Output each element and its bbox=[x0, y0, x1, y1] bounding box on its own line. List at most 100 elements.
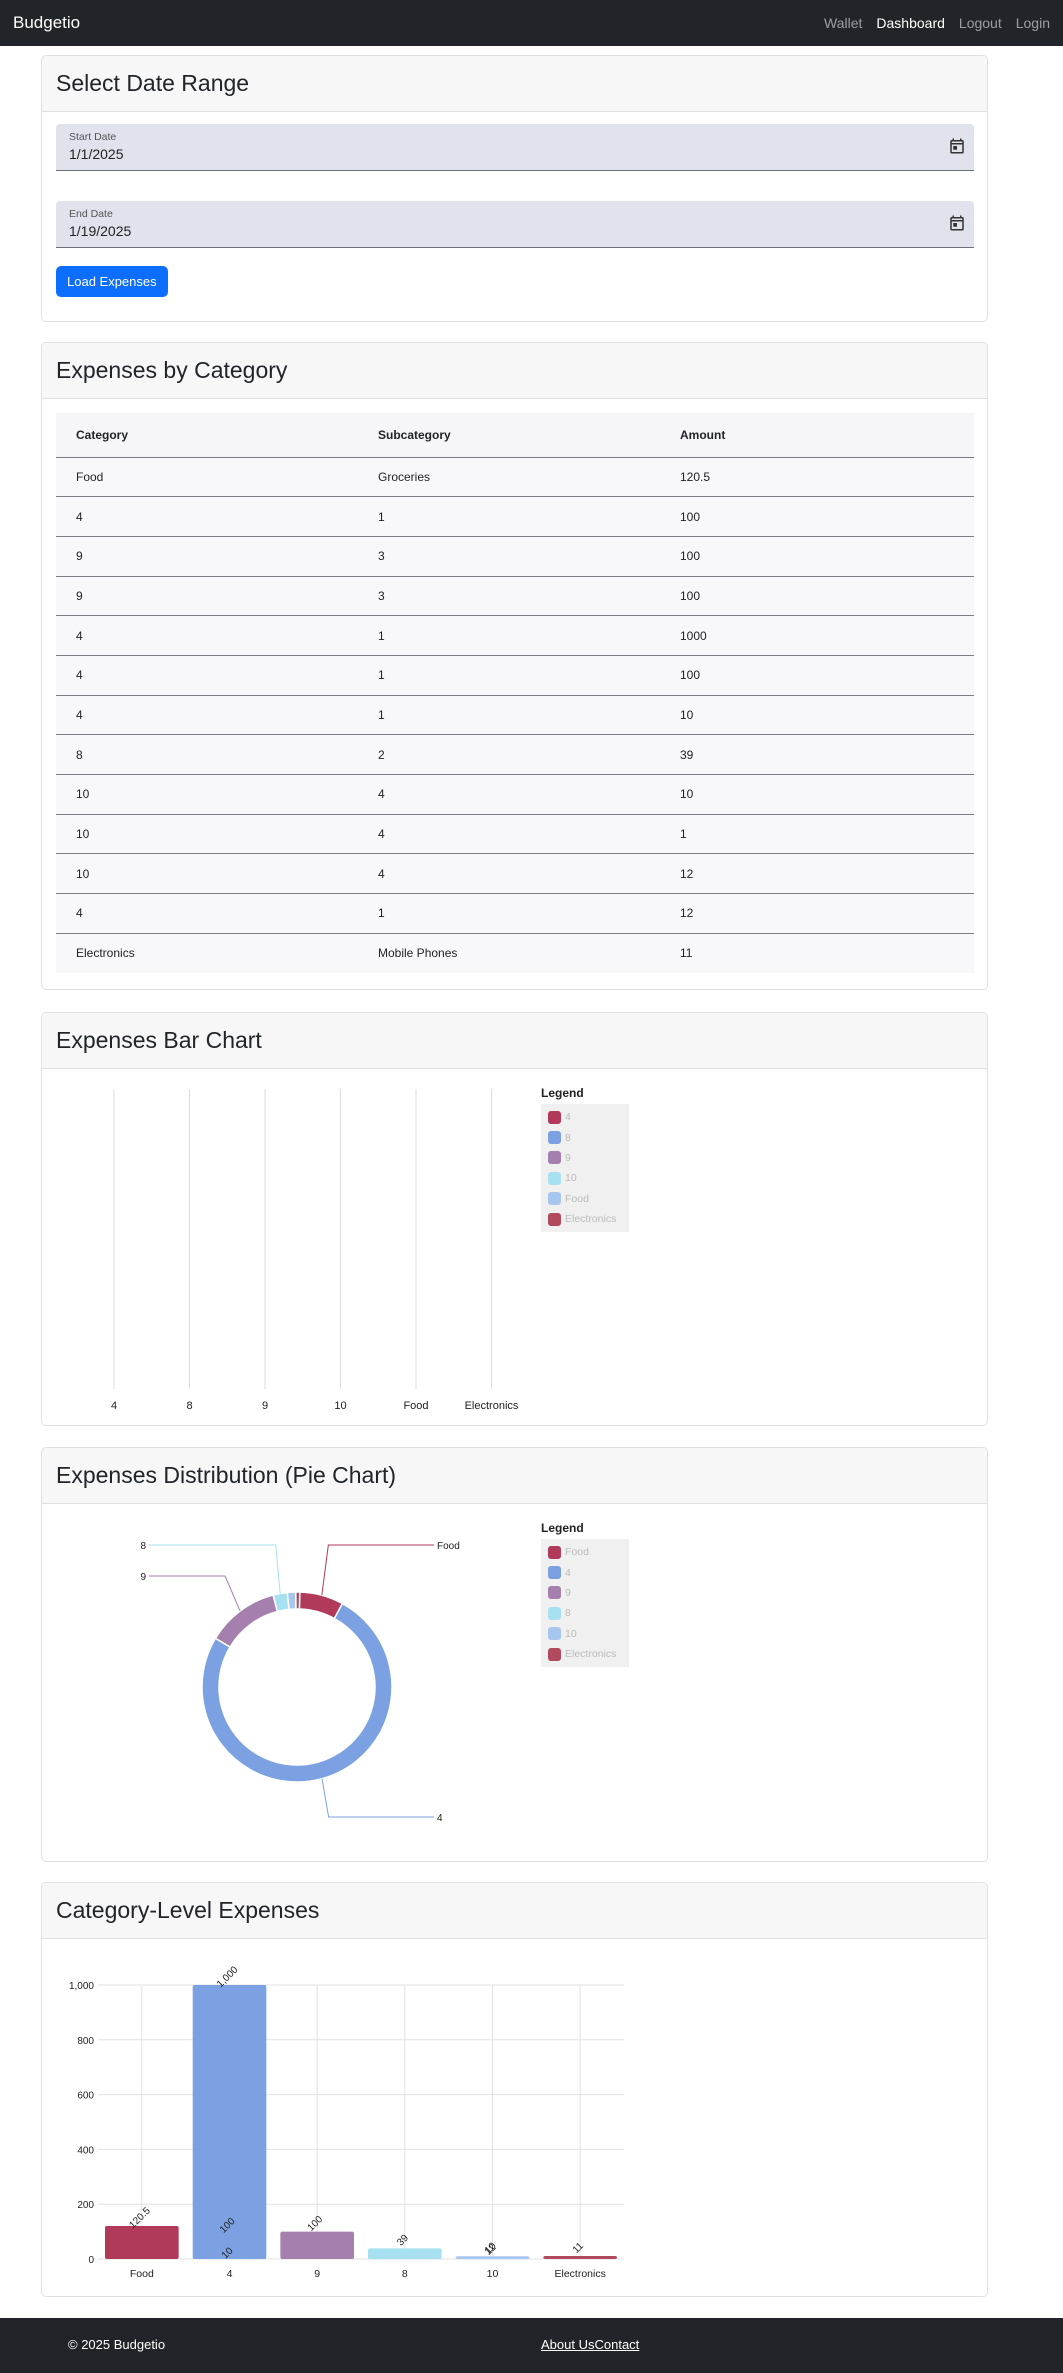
bar bbox=[105, 2225, 179, 2259]
category-chart-body: 0 200 400 600 800 1,000 120.5 Food 1,000 4 100 9 39 8… bbox=[42, 1939, 987, 2296]
bar bbox=[543, 2255, 617, 2259]
category-chart-card: Category-Level Expenses 0 200 400 600 800 1,0… bbox=[41, 1882, 988, 2297]
legend-title: Legend bbox=[541, 1086, 584, 1100]
table-cell: 1 bbox=[358, 695, 660, 736]
footer-link-about[interactable]: About Us bbox=[541, 2337, 594, 2352]
table-cell: 1 bbox=[660, 814, 974, 855]
table-cell: Food bbox=[56, 457, 358, 498]
table-cell: 4 bbox=[56, 496, 358, 537]
expenses-table-title: Expenses by Category bbox=[56, 357, 288, 383]
nav-link-wallet[interactable]: Wallet bbox=[824, 15, 862, 31]
callout-line bbox=[149, 1544, 281, 1594]
table-cell: 4 bbox=[56, 655, 358, 696]
table-cell: 4 bbox=[56, 695, 358, 736]
legend-swatch bbox=[548, 1212, 561, 1226]
table-row: 10 4 1 bbox=[56, 814, 974, 855]
x-tick-label: 4 bbox=[227, 2268, 233, 2280]
column-header-subcategory[interactable]: Subcategory bbox=[358, 413, 660, 458]
date-range-body: Start Date 1/1/2025 End Date 1/19/2025 L… bbox=[42, 112, 987, 321]
table-cell: 11 bbox=[680, 946, 693, 961]
legend-label: Food bbox=[565, 1192, 589, 1205]
y-tick-label: 0 bbox=[88, 2255, 94, 2266]
legend-item[interactable]: Electronics bbox=[548, 1209, 622, 1229]
end-date-value[interactable]: 1/19/2025 bbox=[69, 223, 131, 239]
callout-label: 9 bbox=[140, 1572, 146, 1583]
legend-item[interactable]: 4 bbox=[548, 1107, 622, 1127]
expenses-table: Category Subcategory Amount Food Grocerie… bbox=[56, 413, 974, 973]
table-cell: 4 bbox=[56, 893, 358, 934]
brand-logo[interactable]: Budgetio bbox=[13, 13, 80, 33]
pie-slice bbox=[295, 1591, 301, 1610]
callout-line bbox=[149, 1575, 241, 1612]
legend-box: Food 4 9 8 10 Electronics bbox=[541, 1539, 629, 1668]
load-expenses-button[interactable]: Load Expenses bbox=[56, 266, 168, 297]
legend-swatch bbox=[548, 1627, 561, 1641]
end-date-field[interactable]: End Date 1/19/2025 bbox=[56, 201, 974, 248]
table-cell: 39 bbox=[660, 734, 974, 775]
date-range-header: Select Date Range bbox=[42, 56, 987, 112]
legend-item[interactable]: Food bbox=[548, 1542, 622, 1562]
table-row: 10 4 10 bbox=[56, 774, 974, 815]
bar-chart-title: Expenses Bar Chart bbox=[56, 1027, 262, 1053]
legend-item[interactable]: Electronics bbox=[548, 1644, 622, 1664]
table-cell: 10 bbox=[56, 774, 358, 815]
table-cell: 10 bbox=[56, 814, 358, 855]
pie-chart-header: Expenses Distribution (Pie Chart) bbox=[42, 1448, 987, 1504]
table-row: 4 1 1000 bbox=[56, 615, 974, 656]
category-chart-title: Category-Level Expenses bbox=[56, 1897, 320, 1923]
legend-item[interactable]: 9 bbox=[548, 1148, 622, 1168]
calendar-icon[interactable] bbox=[948, 214, 966, 232]
nav-link-dashboard[interactable]: Dashboard bbox=[876, 15, 945, 31]
footer-link-contact[interactable]: Contact bbox=[594, 2337, 639, 2352]
nav-link-logout[interactable]: Logout bbox=[959, 15, 1002, 31]
expenses-pie-chart: 8 9 Food 4 bbox=[140, 1541, 459, 1824]
legend-swatch bbox=[548, 1545, 561, 1559]
footer-links: About UsContact bbox=[541, 2337, 639, 2352]
calendar-icon[interactable] bbox=[948, 137, 966, 155]
x-tick-label: Electronics bbox=[465, 1400, 519, 1412]
legend-item[interactable]: 10 bbox=[548, 1624, 622, 1644]
expenses-table-body: Category Subcategory Amount Food Grocerie… bbox=[42, 399, 987, 989]
x-tick-label: 10 bbox=[334, 1400, 346, 1412]
column-header-category[interactable]: Category bbox=[56, 413, 358, 458]
x-tick-label: Electronics bbox=[554, 2268, 605, 2280]
table-cell: 4 bbox=[56, 615, 358, 656]
legend-swatch bbox=[548, 1151, 561, 1165]
x-tick-label: 8 bbox=[186, 1400, 192, 1412]
legend-label: 9 bbox=[565, 1151, 571, 1164]
end-date-label: End Date bbox=[69, 208, 113, 220]
nav-link-login[interactable]: Login bbox=[1016, 15, 1050, 31]
bar-chart-body: 4 8 9 10 Food Electronics Legend 4 8 9 10 Food Ele… bbox=[42, 1069, 987, 1425]
start-date-value[interactable]: 1/1/2025 bbox=[69, 146, 124, 162]
category-level-bar-chart: 02004006008001,000120.5Food1,00041009398… bbox=[69, 1964, 624, 2280]
table-cell: 4 bbox=[358, 814, 660, 855]
table-cell: 10 bbox=[56, 853, 358, 895]
pie-chart-body: 8 9 Food 4 Legend Food 4 9 8 10 Electronics bbox=[42, 1504, 987, 1861]
legend-item[interactable]: Food bbox=[548, 1189, 622, 1209]
bar bbox=[455, 2256, 530, 2259]
x-tick-label: 10 bbox=[487, 2268, 499, 2280]
column-header-amount[interactable]: Amount bbox=[660, 413, 974, 458]
start-date-label: Start Date bbox=[69, 131, 117, 143]
table-row: 4 1 10 bbox=[56, 695, 974, 736]
legend-label: 10 bbox=[565, 1627, 577, 1640]
table-cell: 1 bbox=[358, 893, 660, 934]
legend-item[interactable]: 8 bbox=[548, 1127, 622, 1147]
legend-label: 4 bbox=[565, 1566, 571, 1579]
navbar: Budgetio Wallet Dashboard Logout Login bbox=[0, 0, 1063, 46]
legend-item[interactable]: 10 bbox=[548, 1168, 622, 1188]
legend-item[interactable]: 4 bbox=[548, 1562, 622, 1582]
table-cell: 1 bbox=[358, 496, 660, 537]
legend-swatch bbox=[548, 1586, 561, 1600]
legend-item[interactable]: 8 bbox=[548, 1603, 622, 1623]
pie-chart-legend: Legend Food 4 9 8 10 Electronics bbox=[541, 1521, 629, 1668]
start-date-field[interactable]: Start Date 1/1/2025 bbox=[56, 124, 974, 171]
legend-label: Food bbox=[565, 1546, 589, 1559]
legend-swatch bbox=[548, 1131, 561, 1145]
table-header-row: Category Subcategory Amount bbox=[56, 413, 974, 458]
table-row: Food Groceries 120.5 bbox=[56, 457, 974, 498]
table-cell: 4 bbox=[358, 774, 660, 815]
legend-item[interactable]: 9 bbox=[548, 1583, 622, 1603]
data-label: 11 bbox=[571, 2240, 586, 2255]
table-body: Food Groceries 120.5 4 1 100 9 3 100 9 3 100 4 1 1000 4… bbox=[56, 457, 974, 973]
